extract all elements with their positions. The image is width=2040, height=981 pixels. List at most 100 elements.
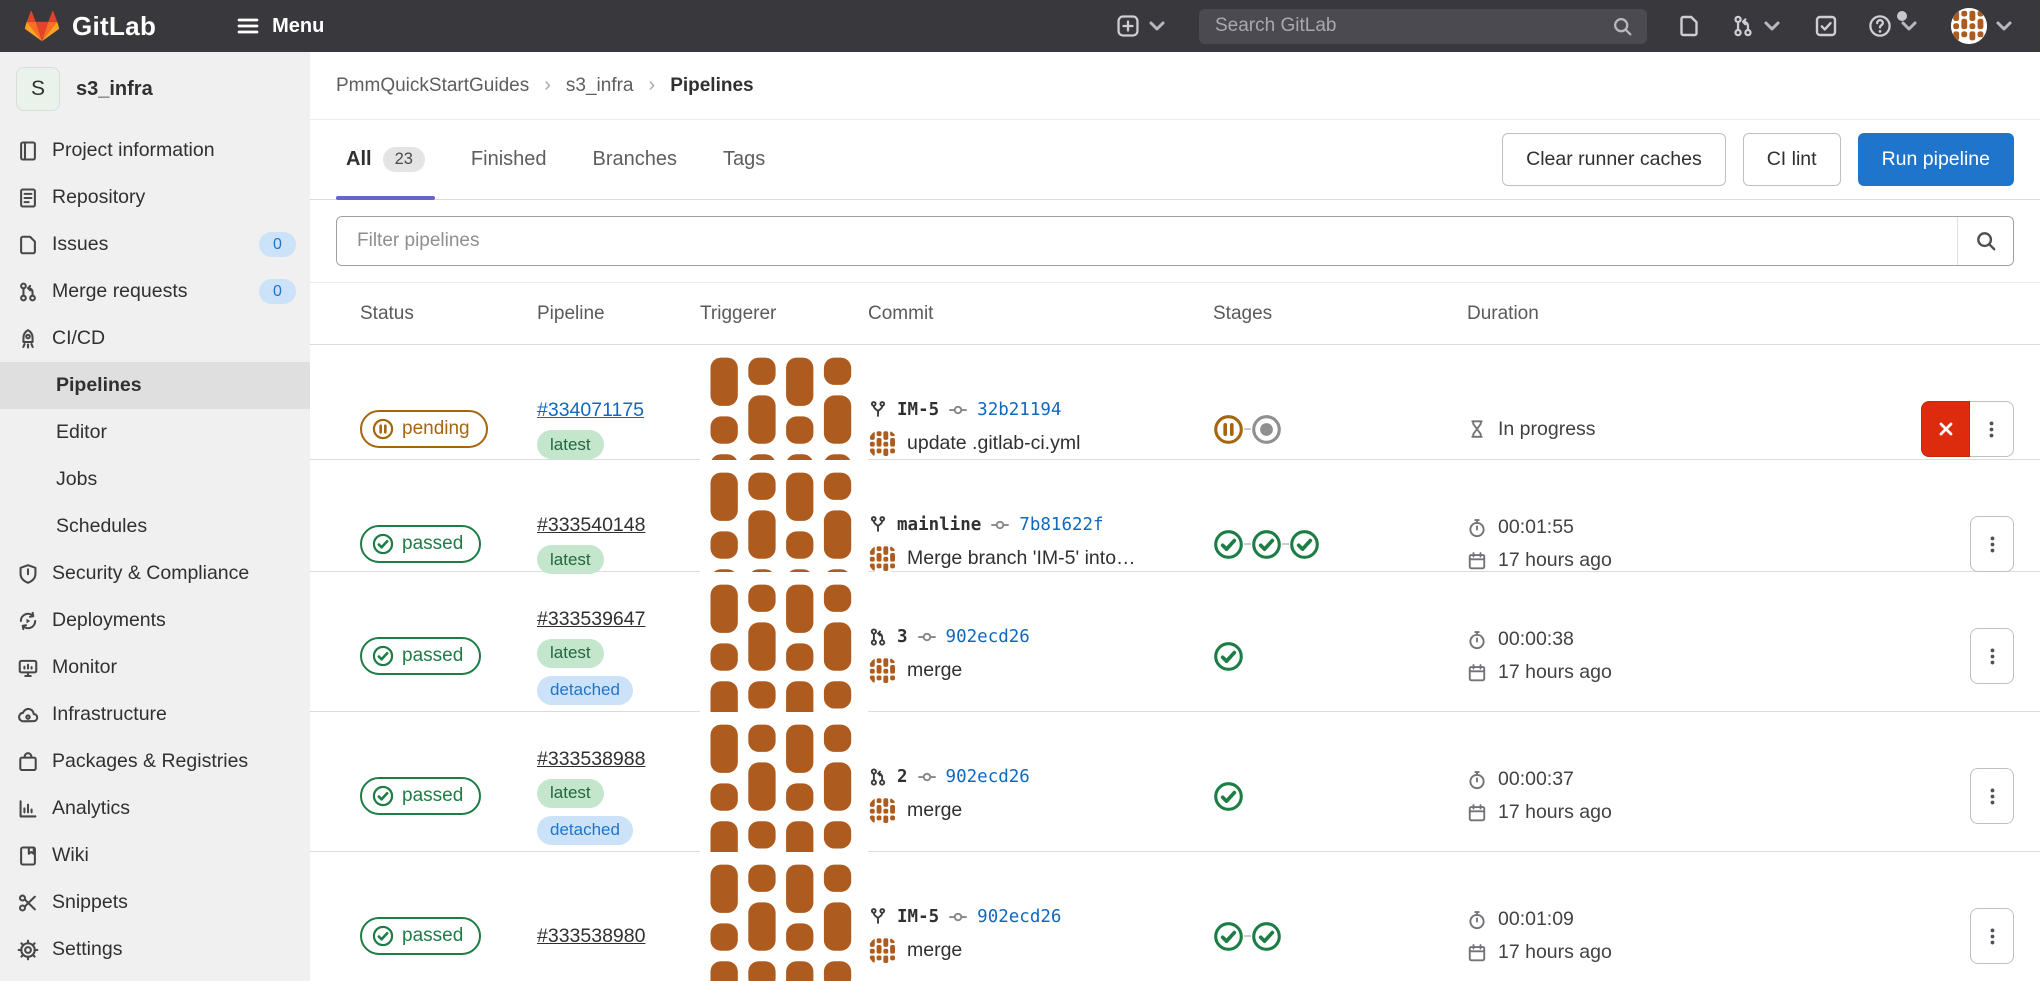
- merge-request-icon: [1731, 14, 1755, 38]
- sidebar-item-label: Packages & Registries: [52, 750, 248, 773]
- tab-branches[interactable]: Branches: [583, 120, 688, 199]
- sidebar-item-wiki[interactable]: Wiki: [0, 832, 310, 879]
- breadcrumb-item-pmmquickstartguides[interactable]: PmmQuickStartGuides: [336, 75, 529, 97]
- main-content: PmmQuickStartGuides›s3_infra›Pipelines A…: [310, 52, 2040, 981]
- pipeline-id-link[interactable]: #333539647: [537, 608, 645, 631]
- sidebar-item-schedules[interactable]: Schedules: [0, 503, 310, 550]
- commit-message[interactable]: update .gitlab-ci.yml: [907, 432, 1080, 455]
- tab-finished[interactable]: Finished: [461, 120, 557, 199]
- triggerer-avatar[interactable]: [700, 852, 868, 981]
- row-actions-kebab-button[interactable]: [1970, 401, 2014, 457]
- issues-shortcut-button[interactable]: [1677, 14, 1701, 38]
- sidebar-item-snippets[interactable]: Snippets: [0, 879, 310, 926]
- tab-label: All: [346, 148, 372, 171]
- commit-message[interactable]: Merge branch 'IM-5' into…: [907, 547, 1136, 570]
- pipeline-status-badge[interactable]: passed: [360, 637, 481, 675]
- sidebar-item-analytics[interactable]: Analytics: [0, 785, 310, 832]
- todos-button[interactable]: [1814, 14, 1838, 38]
- filter-search-button[interactable]: [1957, 217, 2013, 265]
- pipeline-status-badge[interactable]: passed: [360, 917, 481, 955]
- stages-cell: [1213, 781, 1467, 812]
- commit-author-avatar[interactable]: [868, 544, 898, 574]
- close-icon: [1936, 419, 1956, 439]
- row-actions-kebab-button[interactable]: [1970, 908, 2014, 964]
- latest-badge: latest: [537, 639, 604, 668]
- triggerer-cell: [700, 852, 868, 981]
- count-badge: 0: [259, 232, 296, 257]
- ref-name[interactable]: IM-5: [897, 400, 939, 420]
- gitlab-logo[interactable]: GitLab: [24, 9, 156, 43]
- duration-line: 00:00:38: [1467, 628, 1884, 651]
- commit-sha-link[interactable]: 7b81622f: [1019, 515, 1103, 535]
- cancel-pipeline-button[interactable]: [1921, 401, 1970, 457]
- tab-all[interactable]: All23: [336, 120, 435, 199]
- clear-runner-caches-button[interactable]: Clear runner caches: [1502, 133, 1726, 186]
- commit-message-line: merge: [868, 796, 1199, 826]
- row-actions-kebab-button[interactable]: [1970, 768, 2014, 824]
- ci-lint-button[interactable]: CI lint: [1743, 133, 1841, 186]
- commit-author-avatar[interactable]: [868, 936, 898, 966]
- ref-name[interactable]: mainline: [897, 515, 981, 535]
- sidebar-item-editor[interactable]: Editor: [0, 409, 310, 456]
- stage-passed-icon[interactable]: [1213, 529, 1244, 560]
- row-actions-kebab-button[interactable]: [1970, 516, 2014, 572]
- sidebar-item-issues[interactable]: Issues0: [0, 221, 310, 268]
- plus-square-icon: [1116, 14, 1140, 38]
- commit-message[interactable]: merge: [907, 799, 962, 822]
- sidebar-item-settings[interactable]: Settings: [0, 926, 310, 973]
- sidebar-item-jobs[interactable]: Jobs: [0, 456, 310, 503]
- sidebar-item-pipelines[interactable]: Pipelines: [0, 362, 310, 409]
- commit-sha-link[interactable]: 32b21194: [977, 400, 1061, 420]
- row-actions-kebab-button[interactable]: [1970, 628, 2014, 684]
- sidebar-item-monitor[interactable]: Monitor: [0, 644, 310, 691]
- tab-tags[interactable]: Tags: [713, 120, 775, 199]
- merge-requests-shortcut-button[interactable]: [1731, 14, 1784, 38]
- commit-author-avatar[interactable]: [868, 429, 898, 459]
- breadcrumb-item-s3-infra[interactable]: s3_infra: [566, 75, 634, 97]
- sidebar-item-packages-registries[interactable]: Packages & Registries: [0, 738, 310, 785]
- stage-passed-icon[interactable]: [1289, 529, 1320, 560]
- commit-message[interactable]: merge: [907, 939, 962, 962]
- pipeline-id-link[interactable]: #334071175: [537, 399, 644, 422]
- ref-name[interactable]: IM-5: [897, 907, 939, 927]
- sidebar-item-infrastructure[interactable]: Infrastructure: [0, 691, 310, 738]
- sidebar-item-deployments[interactable]: Deployments: [0, 597, 310, 644]
- stage-passed-icon[interactable]: [1251, 921, 1282, 952]
- search-icon: [1975, 230, 1997, 252]
- pipeline-id-link[interactable]: #333540148: [537, 514, 645, 537]
- help-button[interactable]: [1868, 14, 1921, 38]
- new-menu-button[interactable]: [1116, 14, 1169, 38]
- sidebar-item-security-compliance[interactable]: Security & Compliance: [0, 550, 310, 597]
- commit-message[interactable]: merge: [907, 659, 962, 682]
- commit-sha-link[interactable]: 902ecd26: [977, 907, 1061, 927]
- pipeline-status-badge[interactable]: passed: [360, 525, 481, 563]
- stage-passed-icon[interactable]: [1213, 921, 1244, 952]
- commit-author-avatar[interactable]: [868, 656, 898, 686]
- global-search-input[interactable]: [1213, 14, 1612, 38]
- project-context-header[interactable]: S s3_infra: [0, 52, 310, 121]
- stage-pending-icon[interactable]: [1213, 414, 1244, 445]
- stage-passed-icon[interactable]: [1213, 781, 1244, 812]
- stage-created-icon[interactable]: [1251, 414, 1282, 445]
- menu-button[interactable]: Menu: [236, 14, 324, 38]
- filter-pipelines-input[interactable]: [337, 217, 1957, 265]
- column-header-status: Status: [336, 303, 537, 325]
- stage-passed-icon[interactable]: [1213, 641, 1244, 672]
- sidebar-item-repository[interactable]: Repository: [0, 174, 310, 221]
- pipeline-status-badge[interactable]: pending: [360, 410, 488, 448]
- ref-name[interactable]: 3: [897, 627, 908, 647]
- pipeline-status-badge[interactable]: passed: [360, 777, 481, 815]
- ref-name[interactable]: 2: [897, 767, 908, 787]
- commit-sha-link[interactable]: 902ecd26: [946, 627, 1030, 647]
- user-menu-button[interactable]: [1951, 8, 2016, 44]
- pipeline-id-link[interactable]: #333538988: [537, 748, 645, 771]
- sidebar-item-merge-requests[interactable]: Merge requests0: [0, 268, 310, 315]
- stage-passed-icon[interactable]: [1251, 529, 1282, 560]
- commit-sha-link[interactable]: 902ecd26: [946, 767, 1030, 787]
- pipeline-id-link[interactable]: #333538980: [537, 925, 645, 948]
- doc-icon: [17, 187, 39, 209]
- commit-author-avatar[interactable]: [868, 796, 898, 826]
- sidebar-item-ci-cd[interactable]: CI/CD: [0, 315, 310, 362]
- run-pipeline-button[interactable]: Run pipeline: [1858, 133, 2014, 186]
- sidebar-item-project-information[interactable]: Project information: [0, 127, 310, 174]
